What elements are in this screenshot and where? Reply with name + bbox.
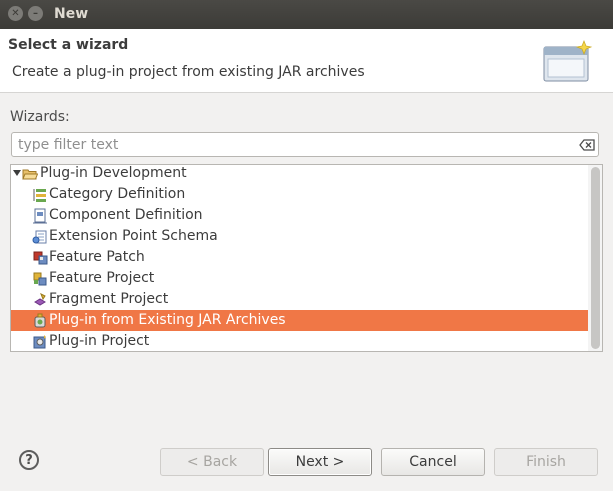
tree-scrollbar-thumb[interactable] [591, 167, 600, 349]
wizards-label: Wizards: [10, 109, 70, 125]
tree-item-label: Fragment Project [49, 291, 169, 307]
tree-item-plugin-from-jar[interactable]: Plug-in from Existing JAR Archives [11, 310, 588, 331]
back-button[interactable]: < Back [160, 448, 264, 476]
window-title: New [54, 6, 89, 22]
tree-item-label: Component Definition [49, 207, 203, 223]
title-bar: ✕ – New [0, 0, 613, 29]
expand-arrow-icon[interactable] [13, 170, 21, 176]
tree-item-label: Extension Point Schema [49, 228, 218, 244]
tree-item-plugin-project[interactable]: Plug-in Project [11, 331, 588, 351]
help-button[interactable]: ? [19, 450, 39, 470]
tree-item-component-definition[interactable]: Component Definition [11, 205, 588, 226]
tree-item-plugin-development[interactable]: Plug-in Development [11, 165, 588, 184]
header-description: Create a plug-in project from existing J… [12, 64, 365, 80]
tree-item-label: Category Definition [49, 186, 186, 202]
close-window-button[interactable]: ✕ [8, 6, 23, 21]
filter-field[interactable] [11, 132, 599, 157]
wizard-header: Select a wizard Create a plug-in project… [0, 29, 613, 93]
feature-project-icon [33, 272, 47, 286]
tree-item-label: Feature Patch [49, 249, 145, 265]
header-title: Select a wizard [8, 37, 129, 53]
clear-filter-icon[interactable] [579, 139, 595, 151]
tree-item-category-definition[interactable]: Category Definition [11, 184, 588, 205]
feature-patch-icon [33, 251, 48, 265]
next-button[interactable]: Next > [268, 448, 372, 476]
wizard-tree[interactable]: Plug-in Development Category Definition … [10, 164, 603, 352]
category-definition-icon [33, 189, 46, 202]
component-definition-icon [33, 208, 47, 224]
tree-item-label: Plug-in from Existing JAR Archives [49, 312, 286, 328]
filter-input[interactable] [18, 136, 558, 154]
folder-open-icon [22, 169, 38, 180]
tree-item-fragment-project[interactable]: Fragment Project [11, 289, 588, 310]
tree-item-label: Plug-in Project [49, 333, 150, 349]
tree-item-extension-point-schema[interactable]: Extension Point Schema [11, 226, 588, 247]
finish-button[interactable]: Finish [494, 448, 598, 476]
plugin-from-jar-icon [34, 313, 46, 328]
fragment-project-icon [34, 292, 46, 306]
new-wizard-banner-icon [543, 40, 593, 82]
extension-point-schema-icon [32, 230, 47, 244]
tree-item-feature-project[interactable]: Feature Project [11, 268, 588, 289]
tree-item-feature-patch[interactable]: Feature Patch [11, 247, 588, 268]
tree-item-label: Feature Project [49, 270, 155, 286]
tree-item-label: Plug-in Development [40, 165, 187, 181]
cancel-button[interactable]: Cancel [381, 448, 485, 476]
plugin-project-icon [33, 335, 46, 349]
minimize-window-button[interactable]: – [28, 6, 43, 21]
